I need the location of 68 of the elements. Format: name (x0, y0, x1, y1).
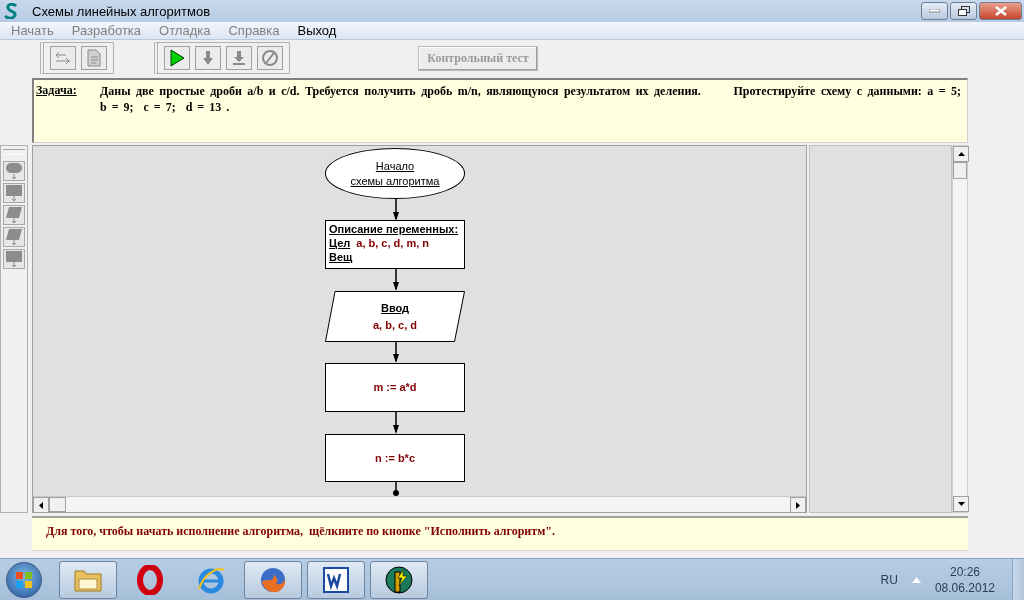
scroll-up-button[interactable] (953, 146, 969, 162)
document-icon (86, 49, 102, 67)
w-document-icon (322, 565, 350, 594)
play-icon (169, 49, 185, 67)
toolbar-button[interactable] (164, 46, 190, 70)
scroll-thumb[interactable] (953, 162, 967, 179)
restore-icon (957, 6, 970, 16)
declaration-block[interactable]: Описание переменных: Цел a, b, c, d, m, n Вещ (325, 220, 465, 269)
scroll-right-button[interactable] (790, 497, 806, 513)
show-hidden-icons-icon[interactable] (911, 576, 921, 583)
variable-list: a, b, c, d, m, n (356, 237, 430, 250)
lightning-app-icon (383, 563, 415, 596)
horizontal-scrollbar[interactable] (33, 496, 806, 512)
left-arrow-icon (39, 501, 43, 509)
down-arrow-bar-icon (232, 50, 246, 66)
process-shape-icon (5, 184, 23, 202)
input-title: Ввод (380, 301, 410, 314)
start-terminal[interactable]: Начало схемы алгоритма (325, 148, 465, 199)
palette-grip (3, 149, 25, 155)
hint-text: Для того, чтобы начать исполнение алгоритма, щёлкните по кнопке "Исполнить алгоритм". (46, 524, 555, 538)
stop-icon (261, 49, 279, 67)
s-logo-icon (4, 3, 18, 19)
scroll-down-button[interactable] (953, 496, 969, 512)
clock-date[interactable]: 08.06.2012 (934, 580, 995, 595)
clock-time[interactable]: 20:26 (949, 564, 980, 579)
declaration-title: Описание переменных: (329, 223, 460, 236)
scroll-left-button[interactable] (33, 497, 49, 513)
task-label: Задача: (36, 83, 78, 99)
menu-item[interactable]: Выход (288, 23, 346, 38)
close-button[interactable] (979, 2, 1022, 20)
language-indicator[interactable]: RU (880, 572, 898, 587)
vertical-scrollbar[interactable] (952, 145, 968, 513)
start-button[interactable] (6, 561, 42, 598)
terminal-shape-icon (5, 162, 23, 180)
type-label: Цел (329, 237, 351, 250)
input-block[interactable]: Ввод a, b, c, d (325, 290, 465, 342)
process-block[interactable]: n := b*c (325, 433, 465, 483)
assignment-text: m := a*d (373, 381, 417, 394)
terminal-label: схемы алгоритма (350, 174, 440, 187)
task-text: Даны две простые дроби a/b и c/d. Требуется получить дробь m/n, являющуюся результатом их деления. Протестируйте схему с данными: a = 5; b = 9; c = 7; d = 13 . (100, 83, 961, 116)
connector-arrow (391, 341, 401, 364)
parallelogram-shape-icon (5, 228, 23, 246)
restore-button[interactable] (950, 2, 977, 20)
process-shape-icon (5, 250, 23, 268)
close-icon (994, 6, 1007, 16)
down-arrow-icon (957, 502, 965, 506)
scroll-thumb[interactable] (49, 497, 66, 512)
type-label: Вещ (329, 251, 353, 264)
right-arrow-icon (796, 501, 800, 509)
connector-arrow (391, 411, 401, 434)
process-block[interactable]: m := a*d (325, 363, 465, 412)
window-title: Схемы линейных алгоритмов (32, 3, 212, 19)
taskbar-app-button[interactable] (370, 560, 428, 599)
down-arrow-icon (202, 50, 214, 66)
arrange-icon (54, 50, 72, 66)
minimize-icon (929, 9, 940, 13)
taskbar-app-button[interactable] (307, 560, 365, 599)
windows-logo-icon (15, 570, 33, 589)
show-desktop-button[interactable] (1012, 558, 1024, 600)
parallelogram-shape-icon (5, 206, 23, 224)
connector-arrow (391, 482, 401, 496)
up-arrow-icon (957, 152, 965, 156)
letter-o-logo-icon (137, 564, 163, 595)
input-variables: a, b, c, d (373, 318, 417, 331)
terminal-label: Начало (375, 159, 415, 172)
assignment-text: n := b*c (374, 451, 415, 464)
connector-arrow (391, 198, 401, 221)
connector-arrow (391, 269, 401, 291)
